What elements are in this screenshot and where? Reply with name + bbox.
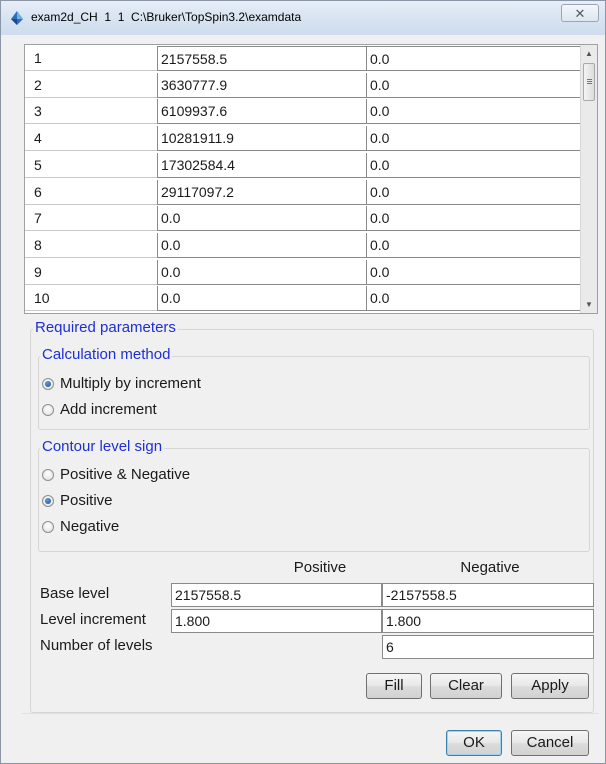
column-header-negative: Negative — [460, 559, 520, 576]
level-increment-positive-input[interactable]: 1.800 — [171, 609, 382, 633]
positive-level-cell[interactable]: 17302584.4 — [157, 153, 367, 178]
scroll-thumb[interactable] — [583, 63, 595, 101]
table-row: 10 0.0 0.0 — [25, 286, 581, 311]
contour-level-sign-title: Contour level sign — [40, 438, 165, 455]
negative-level-cell[interactable]: 0.0 — [367, 126, 581, 151]
radio-label: Positive — [60, 492, 113, 509]
radio-indicator[interactable] — [42, 378, 54, 390]
window-title: exam2d_CH 1 1 C:\Bruker\TopSpin3.2\examd… — [31, 10, 302, 24]
positive-level-cell[interactable]: 6109937.6 — [157, 99, 367, 124]
table-row: 8 0.0 0.0 — [25, 233, 581, 258]
base-level-positive-input[interactable]: 2157558.5 — [171, 583, 382, 607]
number-of-levels-label: Number of levels — [40, 637, 153, 654]
calculation-method-title: Calculation method — [40, 346, 173, 363]
contour-level-sign-group — [38, 448, 590, 552]
row-index: 9 — [25, 260, 157, 285]
positive-level-cell[interactable]: 0.0 — [157, 260, 367, 285]
row-index: 3 — [25, 99, 157, 124]
cancel-button[interactable]: Cancel — [511, 730, 589, 756]
row-index: 7 — [25, 206, 157, 231]
base-level-negative-input[interactable]: -2157558.5 — [382, 583, 594, 607]
table-row: 6 29117097.2 0.0 — [25, 180, 581, 205]
radio-indicator[interactable] — [42, 495, 54, 507]
table-row: 1 2157558.5 0.0 — [25, 46, 581, 71]
table-row: 9 0.0 0.0 — [25, 260, 581, 285]
table-row: 5 17302584.4 0.0 — [25, 153, 581, 178]
negative-level-cell[interactable]: 0.0 — [367, 233, 581, 258]
scroll-down-arrow-icon[interactable]: ▼ — [581, 296, 597, 313]
positive-level-cell[interactable]: 2157558.5 — [157, 46, 367, 71]
positive-level-cell[interactable]: 3630777.9 — [157, 73, 367, 98]
row-index: 1 — [25, 46, 157, 71]
radio-indicator[interactable] — [42, 404, 54, 416]
table-row: 7 0.0 0.0 — [25, 206, 581, 231]
ok-button[interactable]: OK — [446, 730, 502, 756]
negative-level-cell[interactable]: 0.0 — [367, 286, 581, 311]
positive-level-cell[interactable]: 0.0 — [157, 206, 367, 231]
negative-level-cell[interactable]: 0.0 — [367, 206, 581, 231]
contour-levels-table: 1 2157558.5 0.0 2 3630777.9 0.0 3 6109937.6 0.0 4… — [24, 44, 598, 314]
fill-button[interactable]: Fill — [366, 673, 422, 699]
number-of-levels-input[interactable]: 6 — [382, 635, 594, 659]
row-index: 2 — [25, 73, 157, 98]
table-scrollbar[interactable]: ▲ ▼ — [580, 45, 597, 313]
level-increment-negative-input[interactable]: 1.800 — [382, 609, 594, 633]
radio-indicator[interactable] — [42, 469, 54, 481]
negative-level-cell[interactable]: 0.0 — [367, 46, 581, 71]
row-index: 10 — [25, 286, 157, 311]
radio-indicator[interactable] — [42, 521, 54, 533]
negative-level-cell[interactable]: 0.0 — [367, 260, 581, 285]
column-header-positive: Positive — [293, 559, 347, 576]
radio-label: Positive & Negative — [60, 466, 191, 483]
topspin-app-icon — [11, 11, 23, 25]
positive-level-cell[interactable]: 29117097.2 — [157, 180, 367, 205]
row-index: 6 — [25, 180, 157, 205]
base-level-label: Base level — [40, 585, 110, 602]
negative-level-cell[interactable]: 0.0 — [367, 73, 581, 98]
calculation-method-group — [38, 356, 590, 430]
radio-label: Add increment — [60, 401, 157, 418]
apply-button[interactable]: Apply — [511, 673, 589, 699]
positive-level-cell[interactable]: 10281911.9 — [157, 126, 367, 151]
level-increment-label: Level increment — [40, 611, 146, 628]
close-button[interactable]: ✕ — [561, 4, 599, 22]
positive-level-cell[interactable]: 0.0 — [157, 233, 367, 258]
row-index: 4 — [25, 126, 157, 151]
row-index: 5 — [25, 153, 157, 178]
radio-label: Negative — [60, 518, 120, 535]
row-index: 8 — [25, 233, 157, 258]
title-bar[interactable]: exam2d_CH 1 1 C:\Bruker\TopSpin3.2\examd… — [1, 1, 605, 35]
table-row: 4 10281911.9 0.0 — [25, 126, 581, 151]
negative-level-cell[interactable]: 0.0 — [367, 99, 581, 124]
radio-label: Multiply by increment — [60, 375, 201, 392]
table-row: 3 6109937.6 0.0 — [25, 99, 581, 124]
separator — [22, 713, 598, 714]
positive-level-cell[interactable]: 0.0 — [157, 286, 367, 311]
negative-level-cell[interactable]: 0.0 — [367, 180, 581, 205]
scroll-up-arrow-icon[interactable]: ▲ — [581, 45, 597, 62]
close-icon: ✕ — [574, 6, 586, 21]
table-row: 2 3630777.9 0.0 — [25, 73, 581, 98]
clear-button[interactable]: Clear — [430, 673, 502, 699]
required-parameters-title: Required parameters — [33, 319, 178, 336]
negative-level-cell[interactable]: 0.0 — [367, 153, 581, 178]
